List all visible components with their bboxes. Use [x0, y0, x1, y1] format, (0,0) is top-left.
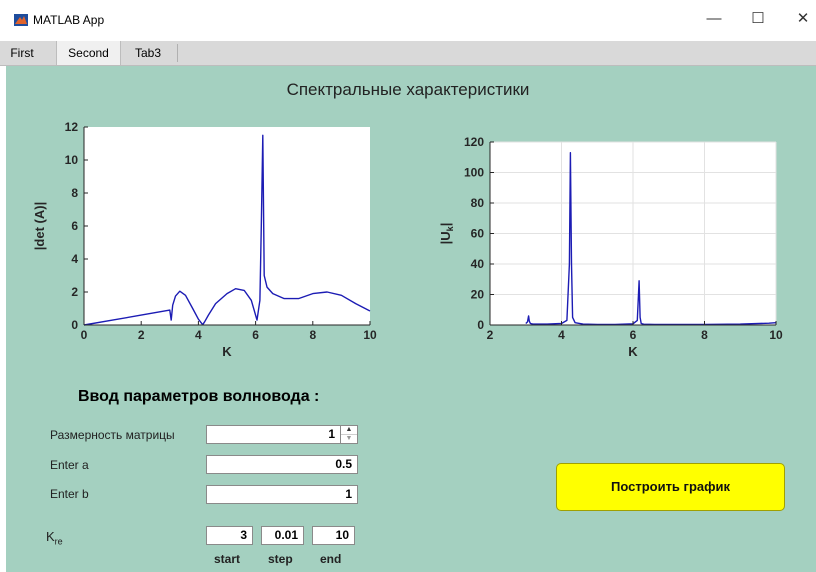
enter-b-label: Enter b [50, 487, 89, 501]
det-a-chart-x-tick-label: 6 [252, 328, 259, 342]
det-a-chart-x-tick-label: 8 [309, 328, 316, 342]
spinner-down-icon[interactable]: ▼ [341, 435, 357, 443]
det-a-chart-x-tick-label: 4 [195, 328, 202, 342]
enter-b-input[interactable]: 1 [206, 485, 358, 504]
det-a-chart-x-tick-label: 10 [363, 328, 377, 342]
enter-a-input[interactable]: 0.5 [206, 455, 358, 474]
matrix-size-spinner[interactable]: ▲ ▼ [340, 425, 358, 444]
det-a-chart-y-axis-label-main: |det (A)| [32, 202, 47, 250]
start-caption: start [214, 552, 241, 566]
det-a-chart-y-tick-label: 0 [71, 318, 78, 332]
k-start-input[interactable]: 3 [206, 526, 253, 545]
kre-label: Kre [46, 529, 63, 547]
end-caption: end [320, 552, 342, 566]
enter-a-label: Enter a [50, 458, 89, 472]
kre-label-main: K [46, 529, 55, 544]
det-a-chart-y-tick-label: 4 [71, 252, 78, 266]
det-a-chart-plot-area [84, 127, 370, 325]
det-a-chart-y-tick-label: 10 [65, 153, 79, 167]
det-a-chart-x-tick-label: 2 [138, 328, 145, 342]
k-step-input[interactable]: 0.01 [261, 526, 304, 545]
det-a-chart-y-axis-label: |det (A)| [32, 202, 47, 250]
matrix-size-input[interactable]: 1 [206, 425, 341, 444]
matrix-size-label: Размерность матрицы [50, 428, 175, 442]
k-end-input[interactable]: 10 [312, 526, 355, 545]
det-a-chart-y-tick-label: 8 [71, 186, 78, 200]
det-a-chart-y-tick-label: 12 [65, 120, 79, 134]
step-caption: step [268, 552, 293, 566]
build-plot-button[interactable]: Построить график [556, 463, 785, 511]
det-a-chart-y-tick-label: 2 [71, 285, 78, 299]
det-a-chart-x-axis-label: K [222, 344, 232, 359]
det-a-chart-x-tick-label: 0 [81, 328, 88, 342]
form-title: Ввод параметров волновода : [78, 388, 320, 405]
det-a-chart-y-tick-label: 6 [71, 219, 78, 233]
kre-label-sub: re [54, 536, 63, 547]
spinner-up-icon[interactable]: ▲ [341, 426, 357, 435]
